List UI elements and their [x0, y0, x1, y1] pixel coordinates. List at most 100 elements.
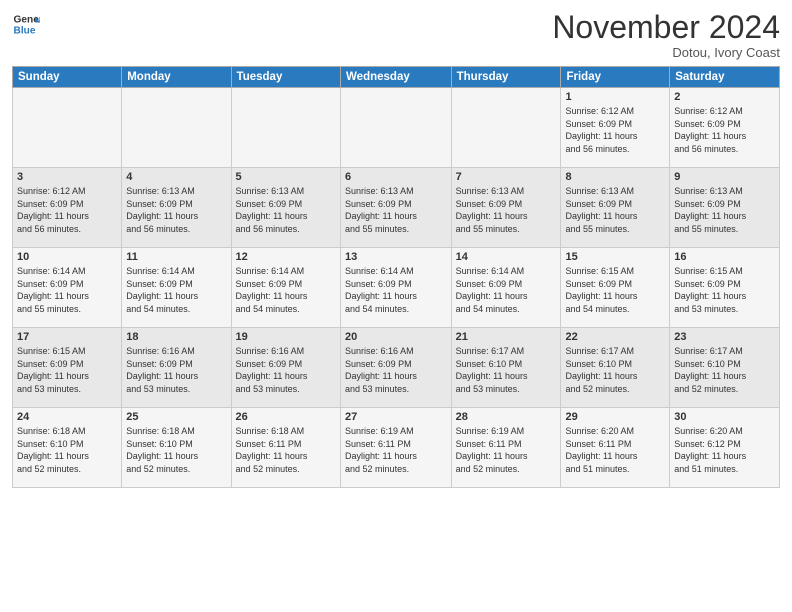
weekday-header-friday: Friday: [561, 67, 670, 88]
day-info: Sunrise: 6:13 AM Sunset: 6:09 PM Dayligh…: [126, 185, 226, 235]
calendar-cell: 3 Sunrise: 6:12 AM Sunset: 6:09 PM Daylig…: [13, 168, 122, 248]
day-info: Sunrise: 6:17 AM Sunset: 6:10 PM Dayligh…: [674, 345, 775, 395]
day-info: Sunrise: 6:20 AM Sunset: 6:11 PM Dayligh…: [565, 425, 665, 475]
calendar-cell: 27 Sunrise: 6:19 AM Sunset: 6:11 PM Dayli…: [341, 408, 452, 488]
day-info: Sunrise: 6:19 AM Sunset: 6:11 PM Dayligh…: [345, 425, 447, 475]
calendar-cell: 7Sunrise: 6:13 AM Sunset: 6:09 PM Daylig…: [451, 168, 561, 248]
day-info: Sunrise: 6:12 AM Sunset: 6:09 PM Dayligh…: [674, 105, 775, 155]
calendar-cell: [451, 88, 561, 168]
day-number: 29: [565, 411, 665, 423]
day-info: Sunrise: 6:16 AM Sunset: 6:09 PM Dayligh…: [236, 345, 336, 395]
day-info: Sunrise: 6:20 AM Sunset: 6:12 PM Dayligh…: [674, 425, 775, 475]
calendar-cell: 9Sunrise: 6:13 AM Sunset: 6:09 PM Daylig…: [670, 168, 780, 248]
weekday-header-tuesday: Tuesday: [231, 67, 340, 88]
calendar-cell: 1 Sunrise: 6:12 AM Sunset: 6:09 PM Daylig…: [561, 88, 670, 168]
day-number: 2: [674, 91, 775, 103]
day-number: 18: [126, 331, 226, 343]
day-number: 6: [345, 171, 447, 183]
day-number: 11: [126, 251, 226, 263]
page: General Blue November 2024 Dotou, Ivory …: [0, 0, 792, 612]
day-number: 12: [236, 251, 336, 263]
day-info: Sunrise: 6:15 AM Sunset: 6:09 PM Dayligh…: [565, 265, 665, 315]
day-number: 25: [126, 411, 226, 423]
title-block: November 2024 Dotou, Ivory Coast: [552, 10, 780, 60]
day-info: Sunrise: 6:14 AM Sunset: 6:09 PM Dayligh…: [345, 265, 447, 315]
calendar-cell: 28Sunrise: 6:19 AM Sunset: 6:11 PM Dayli…: [451, 408, 561, 488]
day-info: Sunrise: 6:16 AM Sunset: 6:09 PM Dayligh…: [126, 345, 226, 395]
weekday-header-saturday: Saturday: [670, 67, 780, 88]
calendar-cell: 14 Sunrise: 6:14 AM Sunset: 6:09 PM Dayli…: [451, 248, 561, 328]
calendar-cell: 22 Sunrise: 6:17 AM Sunset: 6:10 PM Dayli…: [561, 328, 670, 408]
calendar-cell: 13 Sunrise: 6:14 AM Sunset: 6:09 PM Dayli…: [341, 248, 452, 328]
day-info: Sunrise: 6:18 AM Sunset: 6:11 PM Dayligh…: [236, 425, 336, 475]
logo-icon: General Blue: [12, 10, 40, 38]
day-number: 5: [236, 171, 336, 183]
calendar: SundayMondayTuesdayWednesdayThursdayFrid…: [12, 66, 780, 488]
day-number: 19: [236, 331, 336, 343]
calendar-cell: 16 Sunrise: 6:15 AM Sunset: 6:09 PM Dayli…: [670, 248, 780, 328]
calendar-cell: [13, 88, 122, 168]
calendar-cell: 6 Sunrise: 6:13 AM Sunset: 6:09 PM Daylig…: [341, 168, 452, 248]
calendar-cell: [231, 88, 340, 168]
day-number: 27: [345, 411, 447, 423]
calendar-cell: 12 Sunrise: 6:14 AM Sunset: 6:09 PM Dayli…: [231, 248, 340, 328]
day-info: Sunrise: 6:13 AM Sunset: 6:09 PM Dayligh…: [565, 185, 665, 235]
calendar-cell: 5Sunrise: 6:13 AM Sunset: 6:09 PM Daylig…: [231, 168, 340, 248]
day-info: Sunrise: 6:14 AM Sunset: 6:09 PM Dayligh…: [236, 265, 336, 315]
day-number: 22: [565, 331, 665, 343]
calendar-cell: 23 Sunrise: 6:17 AM Sunset: 6:10 PM Dayli…: [670, 328, 780, 408]
day-number: 26: [236, 411, 336, 423]
day-number: 13: [345, 251, 447, 263]
weekday-header-sunday: Sunday: [13, 67, 122, 88]
calendar-cell: 2 Sunrise: 6:12 AM Sunset: 6:09 PM Daylig…: [670, 88, 780, 168]
calendar-cell: 19 Sunrise: 6:16 AM Sunset: 6:09 PM Dayli…: [231, 328, 340, 408]
calendar-cell: 15 Sunrise: 6:15 AM Sunset: 6:09 PM Dayli…: [561, 248, 670, 328]
calendar-cell: 24Sunrise: 6:18 AM Sunset: 6:10 PM Dayli…: [13, 408, 122, 488]
calendar-cell: [122, 88, 231, 168]
day-number: 24: [17, 411, 117, 423]
day-info: Sunrise: 6:15 AM Sunset: 6:09 PM Dayligh…: [17, 345, 117, 395]
day-number: 3: [17, 171, 117, 183]
day-info: Sunrise: 6:18 AM Sunset: 6:10 PM Dayligh…: [126, 425, 226, 475]
calendar-cell: 18 Sunrise: 6:16 AM Sunset: 6:09 PM Dayli…: [122, 328, 231, 408]
day-info: Sunrise: 6:17 AM Sunset: 6:10 PM Dayligh…: [456, 345, 557, 395]
day-number: 21: [456, 331, 557, 343]
svg-text:Blue: Blue: [14, 25, 36, 36]
calendar-cell: 20Sunrise: 6:16 AM Sunset: 6:09 PM Dayli…: [341, 328, 452, 408]
day-info: Sunrise: 6:14 AM Sunset: 6:09 PM Dayligh…: [17, 265, 117, 315]
calendar-cell: 26 Sunrise: 6:18 AM Sunset: 6:11 PM Dayli…: [231, 408, 340, 488]
day-number: 4: [126, 171, 226, 183]
calendar-cell: 25 Sunrise: 6:18 AM Sunset: 6:10 PM Dayli…: [122, 408, 231, 488]
day-number: 1: [565, 91, 665, 103]
weekday-header-monday: Monday: [122, 67, 231, 88]
day-info: Sunrise: 6:12 AM Sunset: 6:09 PM Dayligh…: [17, 185, 117, 235]
day-number: 8: [565, 171, 665, 183]
calendar-cell: 11 Sunrise: 6:14 AM Sunset: 6:09 PM Dayli…: [122, 248, 231, 328]
calendar-cell: 10 Sunrise: 6:14 AM Sunset: 6:09 PM Dayli…: [13, 248, 122, 328]
calendar-cell: 29 Sunrise: 6:20 AM Sunset: 6:11 PM Dayli…: [561, 408, 670, 488]
header: General Blue November 2024 Dotou, Ivory …: [12, 10, 780, 60]
day-number: 10: [17, 251, 117, 263]
day-number: 9: [674, 171, 775, 183]
day-number: 30: [674, 411, 775, 423]
day-number: 16: [674, 251, 775, 263]
calendar-cell: [341, 88, 452, 168]
day-info: Sunrise: 6:14 AM Sunset: 6:09 PM Dayligh…: [126, 265, 226, 315]
calendar-cell: 8 Sunrise: 6:13 AM Sunset: 6:09 PM Daylig…: [561, 168, 670, 248]
logo: General Blue: [12, 10, 40, 38]
day-number: 20: [345, 331, 447, 343]
day-number: 14: [456, 251, 557, 263]
day-info: Sunrise: 6:14 AM Sunset: 6:09 PM Dayligh…: [456, 265, 557, 315]
day-info: Sunrise: 6:15 AM Sunset: 6:09 PM Dayligh…: [674, 265, 775, 315]
day-info: Sunrise: 6:13 AM Sunset: 6:09 PM Dayligh…: [345, 185, 447, 235]
day-info: Sunrise: 6:12 AM Sunset: 6:09 PM Dayligh…: [565, 105, 665, 155]
day-number: 17: [17, 331, 117, 343]
day-number: 15: [565, 251, 665, 263]
weekday-header-thursday: Thursday: [451, 67, 561, 88]
weekday-header-wednesday: Wednesday: [341, 67, 452, 88]
day-info: Sunrise: 6:17 AM Sunset: 6:10 PM Dayligh…: [565, 345, 665, 395]
day-number: 23: [674, 331, 775, 343]
calendar-cell: 21 Sunrise: 6:17 AM Sunset: 6:10 PM Dayli…: [451, 328, 561, 408]
day-number: 7: [456, 171, 557, 183]
location: Dotou, Ivory Coast: [552, 45, 780, 60]
